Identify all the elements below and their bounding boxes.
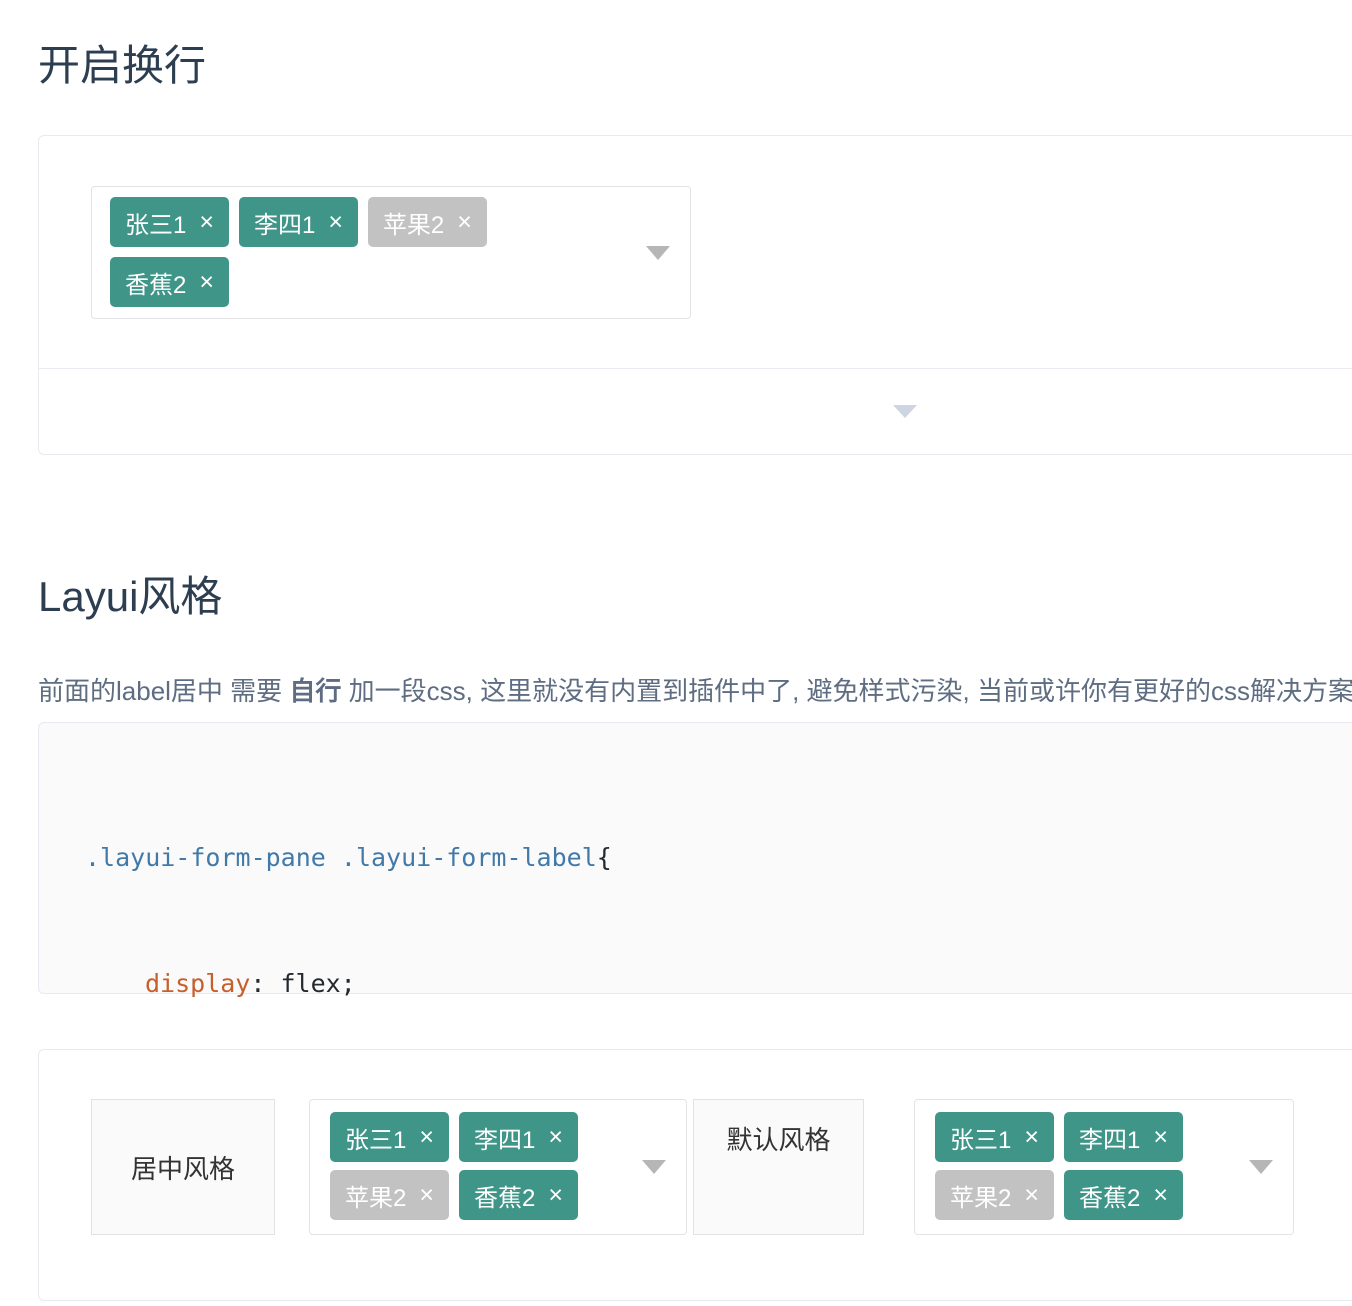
demo-panel-layui: 居中风格 张三1 × 李四1 × 苹果2 × [38, 1049, 1352, 1301]
selected-tag[interactable]: 李四1 × [239, 197, 358, 247]
tag-remove-icon[interactable]: × [1024, 1125, 1039, 1150]
selected-tag[interactable]: 李四1 × [1064, 1112, 1183, 1162]
tag-remove-icon[interactable]: × [548, 1183, 563, 1208]
tag-area: 张三1 × 李四1 × 苹果2 × 香蕉2 × [310, 1100, 686, 1220]
show-code-toggle[interactable] [39, 368, 1352, 454]
tag-area: 张三1 × 李四1 × 苹果2 × 香蕉2 × [92, 187, 690, 307]
selected-tag[interactable]: 张三1 × [330, 1112, 449, 1162]
selected-tag[interactable]: 香蕉2 × [1064, 1170, 1183, 1220]
tag-row: 苹果2 × 香蕉2 × [330, 1170, 626, 1220]
selected-tag[interactable]: 李四1 × [459, 1112, 578, 1162]
section-title-wrap: 开启换行 [38, 43, 206, 89]
tag-row: 张三1 × 李四1 × [330, 1112, 626, 1162]
dropdown-arrow-icon[interactable] [646, 246, 670, 260]
tag-remove-icon: × [457, 210, 472, 235]
tag-remove-icon[interactable]: × [199, 270, 214, 295]
css-code-block: .layui-form-pane .layui-form-label{ disp… [38, 722, 1352, 994]
selected-tag-disabled: 苹果2 × [330, 1170, 449, 1220]
selected-tag[interactable]: 张三1 × [935, 1112, 1054, 1162]
tag-remove-icon[interactable]: × [1153, 1183, 1168, 1208]
tag-remove-icon: × [419, 1183, 434, 1208]
selected-tag-disabled: 苹果2 × [368, 197, 487, 247]
selected-tag-disabled: 苹果2 × [935, 1170, 1054, 1220]
section-title-layui: Layui风格 [38, 574, 222, 620]
form-label-default: 默认风格 [693, 1099, 864, 1235]
tag-area: 张三1 × 李四1 × 苹果2 × 香蕉2 × [915, 1100, 1293, 1220]
dropdown-arrow-icon[interactable] [642, 1160, 666, 1174]
section-description: 前面的label居中 需要 自行 加一段css, 这里就没有内置到插件中了, 避… [38, 674, 1352, 708]
demo-panel-wrap: 张三1 × 李四1 × 苹果2 × 香蕉2 × [38, 135, 1352, 455]
collapse-caret-icon [893, 405, 917, 418]
tag-remove-icon: × [1024, 1183, 1039, 1208]
tag-row: 苹果2 × 香蕉2 × [935, 1170, 1233, 1220]
tag-remove-icon[interactable]: × [548, 1125, 563, 1150]
tag-remove-icon[interactable]: × [328, 210, 343, 235]
bold-emphasis: 自行 [289, 676, 341, 706]
tag-remove-icon[interactable]: × [419, 1125, 434, 1150]
tag-remove-icon[interactable]: × [199, 210, 214, 235]
selected-tag[interactable]: 张三1 × [110, 197, 229, 247]
tag-row: 张三1 × 李四1 × [935, 1112, 1233, 1162]
form-label-centered: 居中风格 [91, 1099, 275, 1235]
code-line: .layui-form-pane .layui-form-label{ [85, 837, 1352, 879]
selected-tag[interactable]: 香蕉2 × [110, 257, 229, 307]
multiselect-default[interactable]: 张三1 × 李四1 × 苹果2 × 香蕉2 × [914, 1099, 1294, 1235]
page: 开启换行 张三1 × 李四1 × 苹果2 × [0, 0, 1352, 1306]
tag-row: 香蕉2 × [110, 257, 620, 307]
dropdown-arrow-icon[interactable] [1249, 1160, 1273, 1174]
tag-remove-icon[interactable]: × [1153, 1125, 1168, 1150]
multiselect-wrap[interactable]: 张三1 × 李四1 × 苹果2 × 香蕉2 × [91, 186, 691, 319]
multiselect-centered[interactable]: 张三1 × 李四1 × 苹果2 × 香蕉2 × [309, 1099, 687, 1235]
selected-tag[interactable]: 香蕉2 × [459, 1170, 578, 1220]
tag-row: 张三1 × 李四1 × 苹果2 × [110, 197, 620, 247]
code-line: display: flex; [85, 963, 1352, 1005]
